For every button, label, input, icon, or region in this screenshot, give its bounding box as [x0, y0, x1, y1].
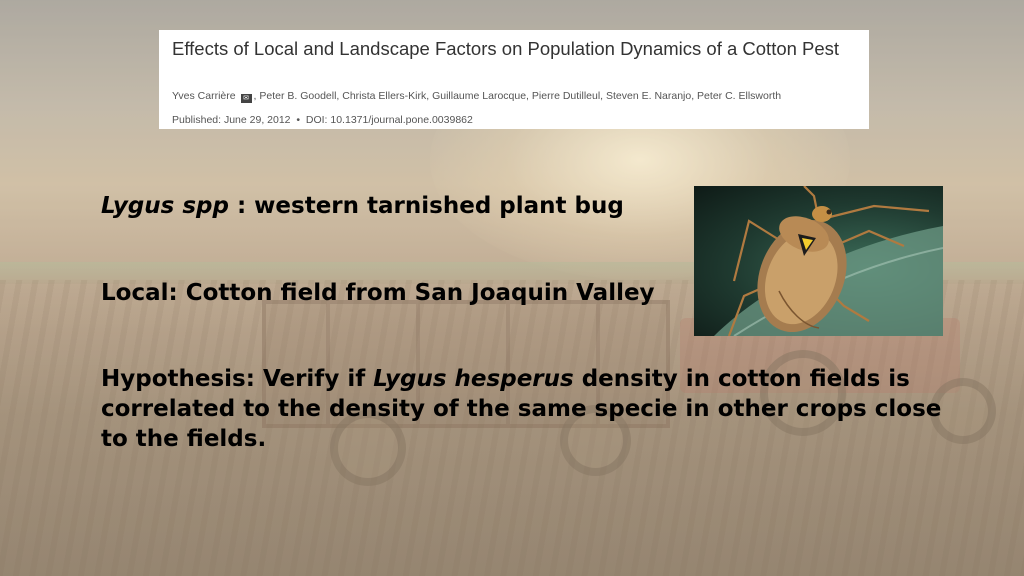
published-date: Published: June 29, 2012 [172, 114, 291, 126]
doi[interactable]: DOI: 10.1371/journal.pone.0039862 [306, 114, 473, 126]
lygus-bug-photo [694, 186, 943, 336]
paper-header: Effects of Local and Landscape Factors o… [159, 30, 869, 129]
author-first[interactable]: Yves Carrière [172, 90, 236, 102]
hypothesis-prefix: Hypothesis: Verify if [101, 366, 374, 392]
hypothesis-line: Hypothesis: Verify if Lygus hesperus den… [101, 364, 961, 454]
local-line: Local: Cotton field from San Joaquin Val… [101, 280, 655, 306]
envelope-icon[interactable]: ✉ [240, 94, 252, 103]
species-description: : western tarnished plant bug [228, 193, 624, 219]
species-name: Lygus spp [101, 193, 229, 219]
author-rest[interactable]: , Peter B. Goodell, Christa Ellers-Kirk,… [254, 90, 782, 102]
bug-illustration [714, 186, 943, 336]
hypothesis-species: Lygus hesperus [373, 366, 574, 392]
paper-title[interactable]: Effects of Local and Landscape Factors o… [172, 36, 862, 61]
author-list: Yves Carrière ✉, Peter B. Goodell, Chris… [172, 90, 867, 103]
publication-info: Published: June 29, 2012 • DOI: 10.1371/… [172, 114, 867, 126]
separator-dot: • [293, 114, 303, 126]
species-line: Lygus spp : western tarnished plant bug [101, 191, 624, 221]
